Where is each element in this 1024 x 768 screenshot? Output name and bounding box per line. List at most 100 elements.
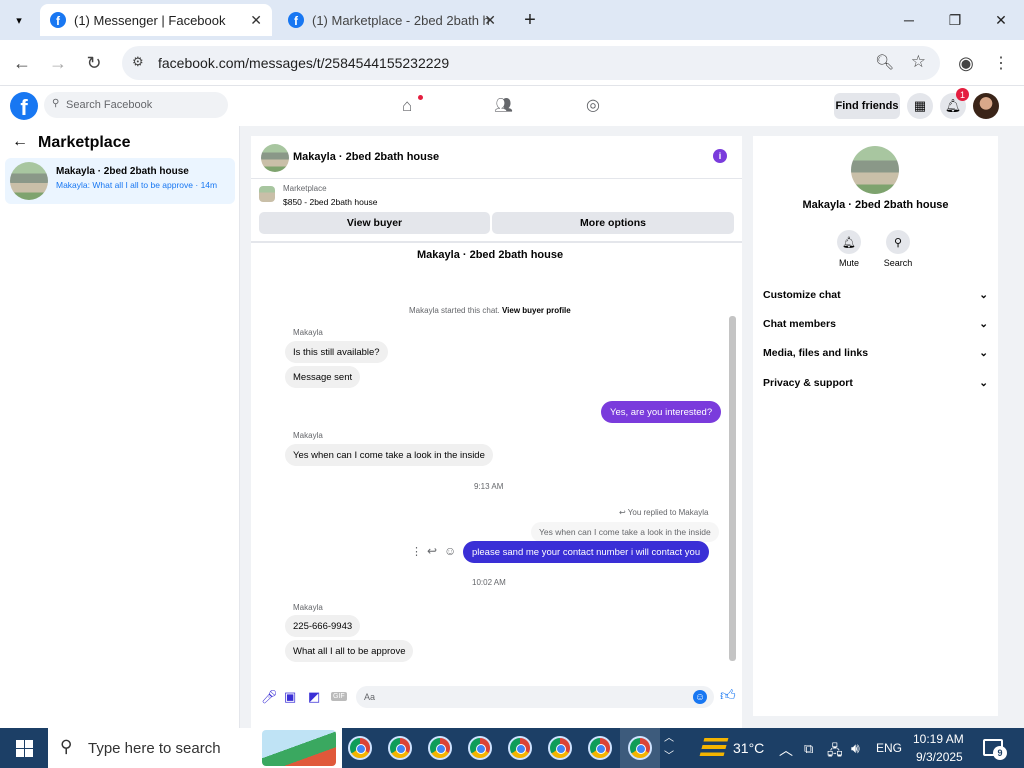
url-bar[interactable]: ⚙ facebook.com/messages/t/25845441552322…	[122, 46, 940, 80]
zoom-icon[interactable]: 🔍︎	[875, 53, 894, 71]
site-info-icon[interactable]: ⚙	[132, 54, 144, 70]
windows-start-icon[interactable]	[16, 740, 33, 757]
timestamp: 10:02 AM	[472, 578, 506, 587]
gif-icon[interactable]: GIF	[331, 692, 347, 701]
home-icon[interactable]: ⌂	[402, 96, 412, 116]
minimize-button[interactable]: ─	[896, 8, 922, 32]
customize-chat-section[interactable]: Customize chat ⌄	[763, 289, 988, 301]
clock-date[interactable]: 9/3/2025	[916, 750, 963, 764]
reload-icon[interactable]: ↻	[83, 52, 105, 74]
network-icon[interactable]: 🖧︎	[827, 740, 843, 764]
chrome-taskbar-icon[interactable]	[388, 736, 412, 760]
view-buyer-button[interactable]: View buyer	[259, 212, 490, 234]
taskbar-search-placeholder: Type here to search	[88, 739, 221, 757]
close-tab-icon[interactable]: ✕	[250, 12, 262, 29]
message-more-icon[interactable]: ⋮	[411, 545, 422, 558]
tab-title: (1) Marketplace - 2bed 2bath h	[312, 12, 490, 28]
message-bubble[interactable]: Message sent	[285, 366, 361, 388]
back-icon[interactable]: ←	[11, 52, 33, 74]
chat-header-title[interactable]: Makayla · 2bed 2bath house	[293, 151, 439, 163]
clock-time[interactable]: 10:19 AM	[913, 732, 964, 746]
reply-arrow-icon[interactable]: ↩	[427, 544, 437, 558]
chevron-down-icon: ⌄	[979, 318, 988, 330]
quoted-message[interactable]: Yes when can I come take a look in the i…	[531, 522, 719, 542]
chrome-taskbar-icon[interactable]	[628, 736, 652, 760]
details-name: Makayla · 2bed 2bath house	[802, 199, 949, 211]
forward-icon[interactable]: →	[47, 52, 69, 74]
chat-scrollbar[interactable]	[729, 316, 736, 661]
privacy-support-section[interactable]: Privacy & support ⌄	[763, 377, 988, 389]
message-bubble[interactable]: 225-666-9943	[285, 615, 361, 637]
notification-badge: 1	[956, 88, 969, 101]
account-avatar[interactable]	[973, 93, 999, 119]
timestamp: 9:13 AM	[474, 482, 504, 491]
groups-icon[interactable]: ◎	[586, 95, 600, 115]
language-indicator[interactable]: ENG	[876, 741, 902, 755]
facebook-search-input[interactable]: ⚲ Search Facebook	[44, 92, 228, 118]
conversation-list-item[interactable]: Makayla · 2bed 2bath house Makayla: What…	[5, 158, 235, 204]
emoji-icon[interactable]: ☺	[693, 690, 707, 704]
thread-title: Makayla · 2bed 2bath house	[417, 249, 564, 261]
microphone-icon[interactable]: 🎤︎	[261, 689, 278, 705]
message-bubble[interactable]: Is this still available?	[285, 341, 388, 363]
conversation-preview: Makayla: What all I all to be approve · …	[56, 180, 218, 190]
volume-icon[interactable]: 🔊︎	[851, 740, 860, 757]
listing-thumbnail	[10, 162, 48, 200]
close-window-button[interactable]: ✕	[988, 8, 1014, 32]
listing-label: Marketplace	[283, 184, 327, 193]
facebook-logo-icon[interactable]: f	[10, 92, 38, 120]
new-tab-button[interactable]: +	[517, 8, 543, 32]
info-icon[interactable]: i	[713, 149, 727, 163]
tray-app-icon[interactable]: ⧉	[804, 741, 813, 757]
chat-started-note: Makayla started this chat. View buyer pr…	[409, 306, 571, 315]
sent-message-bubble[interactable]: Yes, are you interested?	[601, 401, 722, 423]
bookmark-star-icon[interactable]: ☆	[911, 52, 926, 72]
chrome-taskbar-icon[interactable]	[468, 736, 492, 760]
react-emoji-icon[interactable]: ☺	[444, 544, 456, 558]
view-buyer-profile-link[interactable]: View buyer profile	[502, 306, 571, 315]
message-bubble[interactable]: What all I all to be approve	[285, 640, 414, 662]
mute-bell-icon[interactable]: 🔔︎	[837, 230, 861, 254]
chat-panel: Makayla · 2bed 2bath house i Marketplace…	[251, 136, 742, 728]
task-scroll-arrows[interactable]: ︿ ﹀	[664, 730, 674, 766]
weather-icon[interactable]	[699, 738, 729, 756]
sticker-icon[interactable]: ◩	[308, 689, 320, 705]
profile-icon[interactable]: ◉	[955, 52, 977, 74]
restore-button[interactable]: ❐	[942, 8, 968, 32]
tab-search-button[interactable]: ▾	[8, 10, 30, 30]
reply-icon: ↩	[619, 508, 626, 517]
menu-grid-icon[interactable]: ▦	[907, 93, 933, 119]
sent-message-bubble[interactable]: please sand me your contact number i wil…	[463, 541, 710, 563]
listing-price[interactable]: $850 - 2bed 2bath house	[283, 197, 378, 207]
chrome-taskbar-icon[interactable]	[508, 736, 532, 760]
tab-marketplace[interactable]: f (1) Marketplace - 2bed 2bath h ✕	[278, 4, 506, 36]
section-label: Customize chat	[763, 289, 841, 301]
address-bar-row: ← → ↻ ⚙ facebook.com/messages/t/25845441…	[0, 40, 1024, 86]
friends-icon[interactable]: 👥︎	[494, 96, 513, 114]
facebook-favicon-icon: f	[50, 12, 66, 28]
search-highlight-image	[262, 730, 336, 766]
tab-messenger[interactable]: f (1) Messenger | Facebook ✕	[40, 4, 272, 36]
close-tab-icon[interactable]: ✕	[484, 12, 496, 29]
message-composer-input[interactable]: Aa	[356, 686, 714, 708]
photo-icon[interactable]: ▣	[284, 689, 296, 705]
chat-members-section[interactable]: Chat members ⌄	[763, 318, 988, 330]
menu-dots-icon[interactable]: ⋮	[990, 52, 1012, 74]
message-bubble[interactable]: Yes when can I come take a look in the i…	[285, 444, 493, 466]
chrome-taskbar-icon[interactable]	[588, 736, 612, 760]
conversation-name: Makayla · 2bed 2bath house	[56, 166, 189, 177]
chrome-taskbar-icon[interactable]	[348, 736, 372, 760]
find-friends-button[interactable]: Find friends	[834, 93, 900, 119]
header-divider	[251, 178, 742, 179]
tray-chevron-icon[interactable]: ︿	[779, 740, 793, 760]
media-files-section[interactable]: Media, files and links ⌄	[763, 347, 988, 359]
chrome-taskbar-icon[interactable]	[548, 736, 572, 760]
weather-temp[interactable]: 31°C	[733, 740, 764, 756]
search-icon[interactable]: ⚲	[886, 230, 910, 254]
more-options-button[interactable]: More options	[492, 212, 734, 234]
action-center-badge: 9	[993, 746, 1007, 760]
like-thumb-icon[interactable]: 👍︎	[720, 687, 736, 705]
url-text: facebook.com/messages/t/2584544155232229	[158, 55, 450, 71]
chrome-taskbar-icon[interactable]	[428, 736, 452, 760]
back-arrow-icon[interactable]: ←	[12, 133, 28, 151]
